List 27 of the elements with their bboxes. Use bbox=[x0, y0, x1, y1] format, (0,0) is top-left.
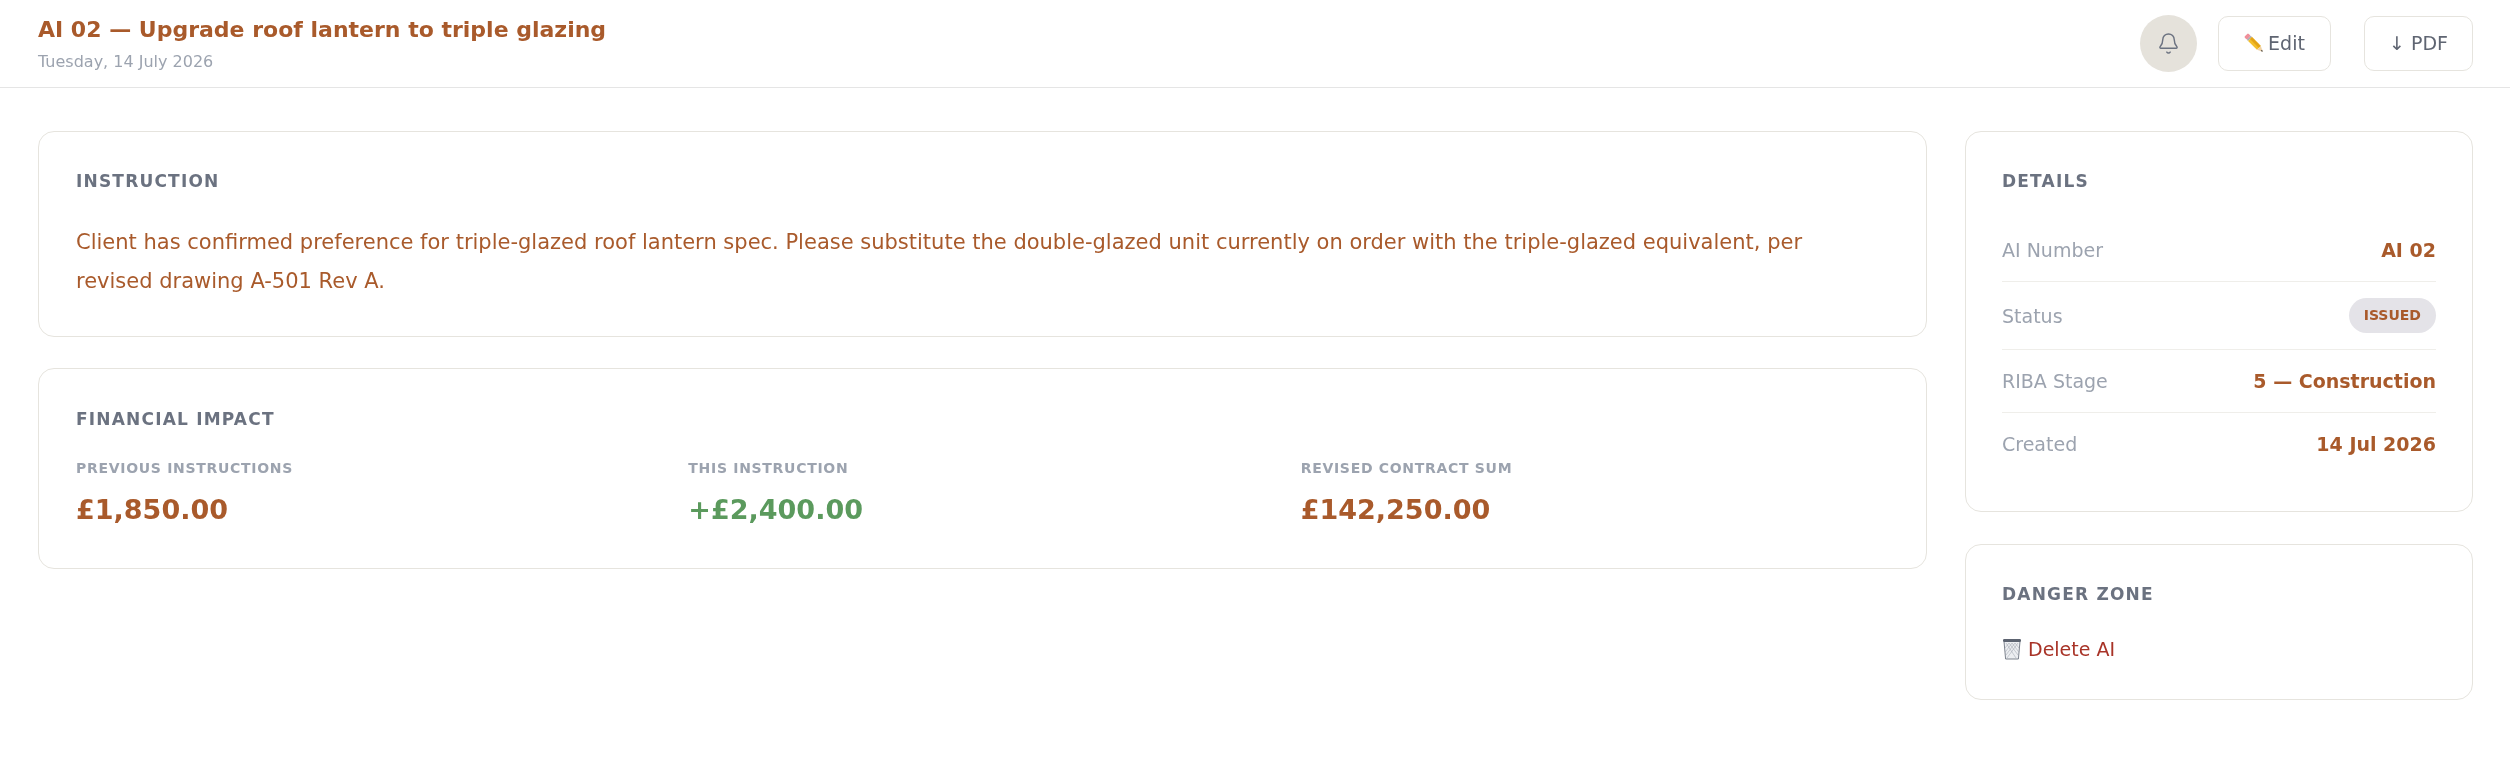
figure-label: THIS INSTRUCTION bbox=[688, 459, 849, 478]
trash-icon bbox=[2002, 638, 2022, 660]
detail-label: AI Number bbox=[2002, 238, 2103, 263]
instruction-text: Client has confirmed preference for triple-glazed roof lantern spec. Please substitute the double-glazed unit currently on order with the triple-glazed equivalent, per revised drawing A-501 Rev A. bbox=[76, 229, 1803, 295]
detail-value: AI 02 bbox=[2381, 238, 2436, 263]
detail-value: 5 — Construction bbox=[2253, 369, 2436, 394]
edit-button[interactable]: Edit bbox=[2218, 16, 2331, 71]
figure-value: +£2,400.00 bbox=[688, 493, 863, 527]
pdf-button[interactable]: ↓ PDF bbox=[2364, 16, 2473, 71]
detail-value: 14 Jul 2026 bbox=[2316, 432, 2436, 457]
section-heading: INSTRUCTION bbox=[76, 170, 220, 193]
section-heading: DANGER ZONE bbox=[2002, 583, 2154, 606]
detail-label: Created bbox=[2002, 432, 2078, 457]
figure-label: PREVIOUS INSTRUCTIONS bbox=[76, 459, 294, 478]
detail-label: RIBA Stage bbox=[2002, 369, 2108, 394]
detail-label: Status bbox=[2002, 303, 2063, 329]
section-heading: DETAILS bbox=[2002, 170, 2089, 193]
section-heading: FINANCIAL IMPACT bbox=[76, 408, 275, 431]
figure-value: £142,250.00 bbox=[1300, 493, 1491, 527]
status-badge: ISSUED bbox=[2348, 298, 2436, 333]
figure-value: £1,850.00 bbox=[76, 493, 229, 527]
bell-icon bbox=[2157, 32, 2180, 55]
notifications-button[interactable] bbox=[2140, 15, 2197, 72]
page-title: AI 02 — Upgrade roof lantern to triple glazing bbox=[38, 15, 607, 44]
page-date: Tuesday, 14 July 2026 bbox=[38, 50, 214, 73]
figure-label: REVISED CONTRACT SUM bbox=[1300, 459, 1513, 478]
delete-button[interactable]: Delete AI bbox=[2002, 634, 2116, 664]
